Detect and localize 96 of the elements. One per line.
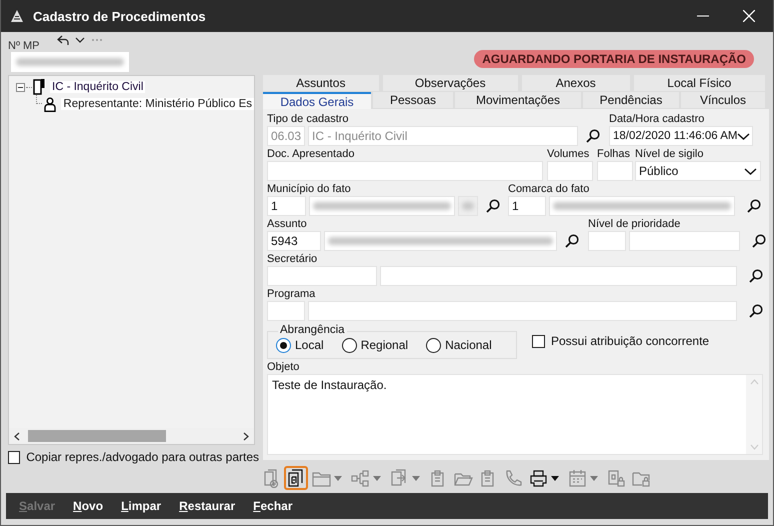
radio-button[interactable] [342, 338, 357, 352]
tree-item[interactable]: IC - Inquérito Civil [50, 81, 146, 94]
mp-field[interactable] [11, 52, 129, 72]
input-field[interactable] [324, 231, 557, 251]
button[interactable]: Novo [66, 499, 110, 513]
chevron-down-icon[interactable] [74, 37, 85, 43]
input-field[interactable] [458, 196, 478, 216]
scroll-left-icon[interactable] [14, 432, 20, 440]
tab[interactable]: Dados Gerais [263, 92, 371, 110]
search-icon[interactable] [486, 199, 500, 213]
toolbar-button[interactable] [284, 466, 308, 490]
button[interactable]: Limpar [114, 499, 168, 513]
input-field[interactable] [629, 231, 740, 251]
input-field[interactable] [309, 196, 455, 216]
text-value: Teste de Instauração. [271, 377, 388, 394]
document-icon [33, 79, 45, 96]
tab[interactable]: Local Físico [634, 75, 766, 91]
document-lock-icon [606, 468, 626, 488]
window-title: Cadastro de Procedimentos [33, 8, 206, 24]
field-label: Município do fato [267, 183, 352, 196]
field-label: Programa [267, 288, 316, 301]
tab[interactable]: Vínculos [681, 92, 765, 108]
field-label: Doc. Apresentado [267, 148, 356, 161]
checkbox[interactable] [532, 334, 545, 348]
field-label: Comarca do fato [508, 183, 590, 196]
scroll-right-icon[interactable] [243, 432, 249, 440]
logo-icon [10, 9, 24, 23]
close-icon[interactable] [743, 10, 755, 22]
dropdown-arrow-icon[interactable] [551, 476, 559, 480]
tab[interactable]: Pessoas [373, 92, 453, 108]
search-icon[interactable] [749, 304, 763, 318]
document-add-icon [262, 468, 280, 488]
input-field[interactable]: 1 [508, 196, 546, 216]
input-field[interactable] [597, 161, 633, 181]
input-field[interactable]: 1 [267, 196, 306, 216]
tab[interactable]: Assuntos [263, 75, 379, 91]
field-label: Assunto [267, 218, 308, 231]
documents-arrow-icon [390, 468, 408, 488]
field-label: Tipo de cadastro [267, 113, 350, 126]
checkbox-label: Possui atribuição concorrente [551, 334, 710, 348]
scroll-up-icon [750, 379, 758, 385]
scroll-thumb[interactable] [28, 430, 166, 442]
search-icon[interactable] [747, 199, 761, 213]
field-label: Objeto [267, 361, 300, 374]
radio-label: Regional [360, 338, 408, 352]
search-icon[interactable] [586, 129, 600, 143]
search-icon[interactable] [749, 269, 763, 283]
mp-label: Nº MP [8, 40, 40, 52]
radio-label: Nacional [445, 338, 492, 352]
text-area[interactable]: Teste de Instauração. [267, 374, 763, 455]
button[interactable]: Fechar [246, 499, 300, 513]
printer-icon [528, 468, 548, 488]
date-time-picker[interactable]: 18/02/2020 11:46:06 AM [609, 126, 753, 146]
person-icon [44, 96, 56, 112]
tab[interactable]: Anexos [522, 75, 630, 91]
input-field[interactable] [308, 301, 737, 321]
field-label: Secretário [267, 253, 318, 266]
group-label: Abrangência [278, 324, 347, 336]
status-badge: AGUARDANDO PORTARIA DE INSTAURAÇÃO [474, 50, 754, 68]
input-field[interactable] [267, 266, 377, 286]
documents-icon [286, 468, 306, 488]
calendar-icon [568, 468, 586, 488]
field-label: Folhas [597, 148, 632, 161]
radio-button[interactable] [276, 338, 291, 352]
button[interactable]: Restaurar [172, 499, 242, 513]
input-field[interactable] [267, 161, 543, 181]
phone-icon [504, 468, 522, 488]
more-icon[interactable] [90, 38, 103, 42]
scroll-down-icon [750, 444, 758, 450]
vertical-scrollbar[interactable] [746, 375, 762, 454]
collapse-icon[interactable] [16, 82, 25, 92]
dropdown[interactable]: Público [635, 161, 761, 181]
tab[interactable]: Observações [382, 75, 518, 91]
input-field[interactable] [547, 161, 593, 181]
input-field[interactable] [549, 196, 735, 216]
hierarchy-icon [350, 468, 370, 488]
field-label: Volumes [547, 148, 590, 161]
tab[interactable]: Movimentações [455, 92, 581, 108]
input-field[interactable] [588, 231, 626, 251]
radio-button[interactable] [426, 338, 442, 352]
radio-label: Local [295, 338, 324, 352]
input-field[interactable] [380, 266, 737, 286]
input-field[interactable] [267, 301, 305, 321]
search-icon[interactable] [752, 234, 766, 248]
field-label: Nível de sigilo [635, 148, 704, 161]
tab[interactable]: Pendências [583, 92, 679, 108]
chevron-down-icon [744, 168, 757, 174]
tree-item[interactable]: Representante: Ministério Público Es [61, 98, 254, 110]
input-field[interactable]: 5943 [267, 231, 321, 251]
field-label: Data/Hora cadastro [609, 113, 706, 126]
field-label: Nível de prioridade [588, 218, 682, 231]
checkbox-label: Copiar repres./advogado para outras partes [26, 450, 259, 464]
search-icon[interactable] [565, 234, 579, 248]
undo-icon[interactable] [56, 35, 69, 45]
chevron-down-icon [737, 132, 750, 140]
checkbox[interactable] [8, 450, 20, 464]
